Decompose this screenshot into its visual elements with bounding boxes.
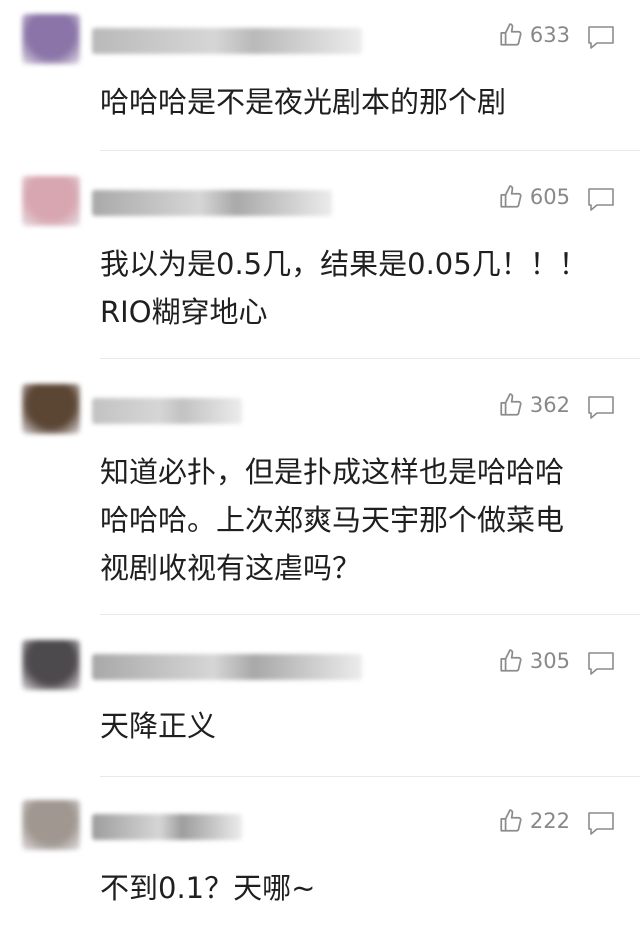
avatar[interactable] — [22, 14, 80, 64]
like-count: 633 — [529, 23, 570, 47]
reply-button[interactable] — [586, 650, 616, 676]
comment-bubble-icon — [586, 394, 616, 420]
comment-bubble-icon — [586, 810, 616, 836]
comment-text: 我以为是0.5几，结果是0.05几！！！ RIO糊穿地心 — [100, 247, 588, 329]
divider — [100, 358, 640, 359]
reply-button[interactable] — [586, 810, 616, 836]
avatar[interactable] — [22, 640, 80, 690]
username-blurred[interactable] — [92, 398, 242, 424]
username-blurred[interactable] — [92, 190, 332, 216]
reply-button[interactable] — [586, 394, 616, 420]
like-count: 305 — [529, 649, 570, 673]
like-count: 222 — [529, 809, 570, 833]
thumbs-up-icon — [498, 392, 524, 418]
divider — [100, 776, 640, 777]
like-button[interactable]: 362 — [498, 392, 570, 418]
like-count: 362 — [529, 393, 570, 417]
reply-button[interactable] — [586, 24, 616, 50]
like-button[interactable]: 605 — [498, 184, 570, 210]
avatar[interactable] — [22, 384, 80, 434]
reply-button[interactable] — [586, 186, 616, 212]
like-button[interactable]: 222 — [498, 808, 570, 834]
username-blurred[interactable] — [92, 814, 242, 840]
comment-bubble-icon — [586, 24, 616, 50]
divider — [100, 150, 640, 151]
divider — [100, 614, 640, 615]
like-button[interactable]: 633 — [498, 22, 570, 48]
thumbs-up-icon — [498, 648, 524, 674]
like-count: 605 — [529, 185, 570, 209]
avatar[interactable] — [22, 176, 80, 226]
comment-text: 知道必扑，但是扑成这样也是哈哈哈 哈哈哈。上次郑爽马天宇那个做菜电 视剧收视有这… — [100, 455, 565, 585]
avatar[interactable] — [22, 800, 80, 850]
thumbs-up-icon — [498, 184, 524, 210]
comment-bubble-icon — [586, 650, 616, 676]
thumbs-up-icon — [498, 808, 524, 834]
comment-text: 天降正义 — [100, 709, 217, 743]
like-button[interactable]: 305 — [498, 648, 570, 674]
comment-bubble-icon — [586, 186, 616, 212]
username-blurred[interactable] — [92, 28, 362, 54]
username-blurred[interactable] — [92, 654, 362, 680]
comment-text: 哈哈哈是不是夜光剧本的那个剧 — [100, 85, 507, 119]
comment-text: 不到0.1？天哪~ — [100, 871, 316, 905]
thumbs-up-icon — [498, 22, 524, 48]
